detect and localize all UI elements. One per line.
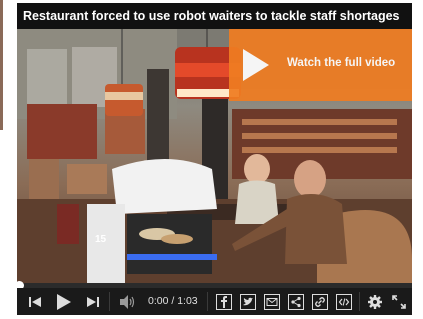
volume-icon bbox=[120, 294, 135, 309]
fullscreen-icon bbox=[392, 294, 406, 309]
time-display: 0:00 / 1:03 bbox=[148, 288, 198, 315]
facebook-share-button[interactable] bbox=[213, 288, 235, 315]
separator bbox=[207, 292, 208, 311]
link-icon bbox=[312, 293, 328, 310]
separator bbox=[109, 292, 110, 311]
watch-full-video-label: Watch the full video bbox=[287, 57, 396, 69]
play-button[interactable] bbox=[49, 288, 79, 315]
play-icon bbox=[57, 293, 71, 310]
watch-full-video-banner[interactable]: Watch the full video bbox=[229, 29, 412, 101]
video-headline: Restaurant forced to use robot waiters t… bbox=[17, 3, 412, 29]
separator bbox=[359, 292, 360, 311]
share-icon bbox=[288, 293, 304, 310]
email-icon bbox=[264, 293, 280, 310]
time-separator: / bbox=[171, 295, 175, 307]
robot-screen-text: 15 bbox=[95, 234, 107, 245]
email-share-button[interactable] bbox=[261, 288, 283, 315]
volume-button[interactable] bbox=[115, 288, 141, 315]
twitter-share-button[interactable] bbox=[237, 288, 259, 315]
facebook-icon bbox=[216, 293, 232, 310]
embed-button[interactable] bbox=[333, 288, 355, 315]
skip-forward-button[interactable] bbox=[81, 288, 105, 315]
play-arrow-icon bbox=[243, 49, 269, 81]
time-total: 1:03 bbox=[177, 295, 198, 307]
skip-back-button[interactable] bbox=[23, 288, 47, 315]
settings-icon bbox=[368, 294, 382, 309]
skip-back-icon bbox=[29, 296, 41, 307]
page-edge-photo bbox=[0, 0, 3, 130]
video-player[interactable]: Restaurant forced to use robot waiters t… bbox=[17, 3, 412, 315]
share-button[interactable] bbox=[285, 288, 307, 315]
copy-link-button[interactable] bbox=[309, 288, 331, 315]
time-current: 0:00 bbox=[148, 295, 169, 307]
settings-button[interactable] bbox=[364, 288, 386, 315]
skip-forward-icon bbox=[87, 296, 99, 307]
fullscreen-button[interactable] bbox=[388, 288, 410, 315]
twitter-icon bbox=[240, 293, 256, 310]
player-controls: 0:00 / 1:03 bbox=[17, 288, 412, 315]
embed-icon bbox=[336, 293, 352, 310]
page-left-edge bbox=[0, 0, 17, 319]
